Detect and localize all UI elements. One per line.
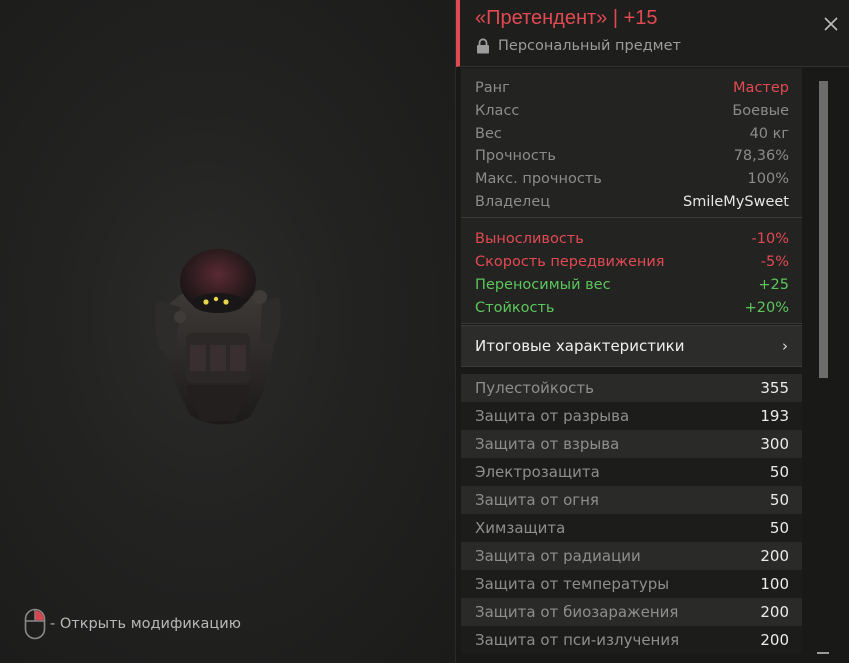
property-row-durability: Прочность 78,36% xyxy=(461,145,802,168)
stat-row: Защита от биозаражения 200 xyxy=(461,597,802,626)
total-stats-list: Пулестойкость 355 Защита от разрыва 193 … xyxy=(461,373,802,654)
effect-row: Стойкость +20% xyxy=(461,296,802,319)
property-row-rank: Ранг Мастер xyxy=(461,77,802,100)
stat-label: Защита от радиации xyxy=(475,546,641,565)
stat-row: Защита от пси-излучения 200 xyxy=(461,625,802,654)
effect-label: Выносливость xyxy=(475,231,584,248)
effect-label: Переносимый вес xyxy=(475,276,611,293)
stat-row: Защита от температуры 100 xyxy=(461,569,802,598)
property-label: Ранг xyxy=(475,80,510,97)
stat-label: Электрозащита xyxy=(475,462,600,481)
effect-row: Скорость передвижения -5% xyxy=(461,251,802,274)
effect-value: +25 xyxy=(758,276,789,293)
item-properties: Ранг Мастер Класс Боевые Вес 40 кг Прочн… xyxy=(461,68,802,219)
armor-suit-model[interactable] xyxy=(150,245,285,435)
effect-value: +20% xyxy=(744,299,789,316)
scrollbar-end xyxy=(817,652,829,654)
property-label: Класс xyxy=(475,103,520,120)
stat-value: 193 xyxy=(760,406,789,425)
stat-label: Защита от пси-излучения xyxy=(475,630,680,649)
stat-row: Химзащита 50 xyxy=(461,513,802,542)
item-details[interactable]: Ранг Мастер Класс Боевые Вес 40 кг Прочн… xyxy=(461,68,802,663)
hint-text: - Открыть модификацию xyxy=(50,616,241,632)
stat-row: Защита от разрыва 193 xyxy=(461,401,802,430)
stat-value: 200 xyxy=(760,630,789,649)
mouse-right-click-icon xyxy=(24,608,46,640)
property-value: Боевые xyxy=(732,103,789,120)
stat-label: Защита от взрыва xyxy=(475,434,620,453)
lock-icon xyxy=(477,38,489,54)
property-row-class: Класс Боевые xyxy=(461,100,802,123)
property-row-max-durability: Макс. прочность 100% xyxy=(461,168,802,191)
effect-row: Переносимый вес +25 xyxy=(461,274,802,297)
item-header: «Претендент» | +15 Персональный предмет xyxy=(456,0,849,67)
property-label: Прочность xyxy=(475,148,556,165)
stat-label: Защита от огня xyxy=(475,490,599,509)
stat-value: 50 xyxy=(769,518,789,537)
chevron-right-icon: › xyxy=(782,336,788,355)
stat-value: 200 xyxy=(760,602,789,621)
effect-label: Скорость передвижения xyxy=(475,254,665,271)
stat-label: Защита от температуры xyxy=(475,574,670,593)
property-label: Вес xyxy=(475,125,502,142)
close-button[interactable] xyxy=(822,15,840,33)
total-stats-toggle[interactable]: Итоговые характеристики › xyxy=(461,324,802,367)
effect-value: -5% xyxy=(760,254,789,271)
stat-label: Защита от разрыва xyxy=(475,406,630,425)
property-row-weight: Вес 40 кг xyxy=(461,122,802,145)
item-info-panel: «Претендент» | +15 Персональный предмет … xyxy=(455,0,849,663)
stat-row: Защита от огня 50 xyxy=(461,485,802,514)
property-value: SmileMySweet xyxy=(683,193,789,210)
total-stats-label: Итоговые характеристики xyxy=(475,336,685,355)
stat-label: Защита от биозаражения xyxy=(475,602,679,621)
stat-label: Пулестойкость xyxy=(475,378,594,397)
details-scrollbar[interactable] xyxy=(817,80,829,654)
property-value: 40 кг xyxy=(749,125,789,142)
stat-value: 50 xyxy=(769,462,789,481)
effect-row: Выносливость -10% xyxy=(461,228,802,251)
scrollbar-thumb[interactable] xyxy=(819,81,828,378)
property-value: 100% xyxy=(747,171,789,188)
property-label: Владелец xyxy=(475,193,551,210)
item-preview-viewport[interactable]: - Открыть модификацию xyxy=(0,0,455,663)
property-value: 78,36% xyxy=(733,148,789,165)
stat-label: Химзащита xyxy=(475,518,566,537)
item-effects: Выносливость -10% Скорость передвижения … xyxy=(461,218,802,324)
property-value: Мастер xyxy=(733,80,789,97)
stat-value: 355 xyxy=(760,378,789,397)
stat-row: Защита от радиации 200 xyxy=(461,541,802,570)
property-row-owner: Владелец SmileMySweet xyxy=(461,190,802,213)
item-title: «Претендент» | +15 xyxy=(475,7,658,29)
close-icon xyxy=(824,17,838,31)
stat-row: Пулестойкость 355 xyxy=(461,373,802,402)
item-subtitle: Персональный предмет xyxy=(476,38,681,54)
effect-label: Стойкость xyxy=(475,299,555,316)
stat-value: 300 xyxy=(760,434,789,453)
personal-item-label: Персональный предмет xyxy=(498,38,681,54)
open-modification-hint: - Открыть модификацию xyxy=(24,608,241,640)
stat-row: Защита от взрыва 300 xyxy=(461,429,802,458)
stat-row: Электрозащита 50 xyxy=(461,457,802,486)
property-label: Макс. прочность xyxy=(475,171,602,188)
stat-value: 200 xyxy=(760,546,789,565)
effect-value: -10% xyxy=(751,231,789,248)
stat-value: 100 xyxy=(760,574,789,593)
stat-value: 50 xyxy=(769,490,789,509)
